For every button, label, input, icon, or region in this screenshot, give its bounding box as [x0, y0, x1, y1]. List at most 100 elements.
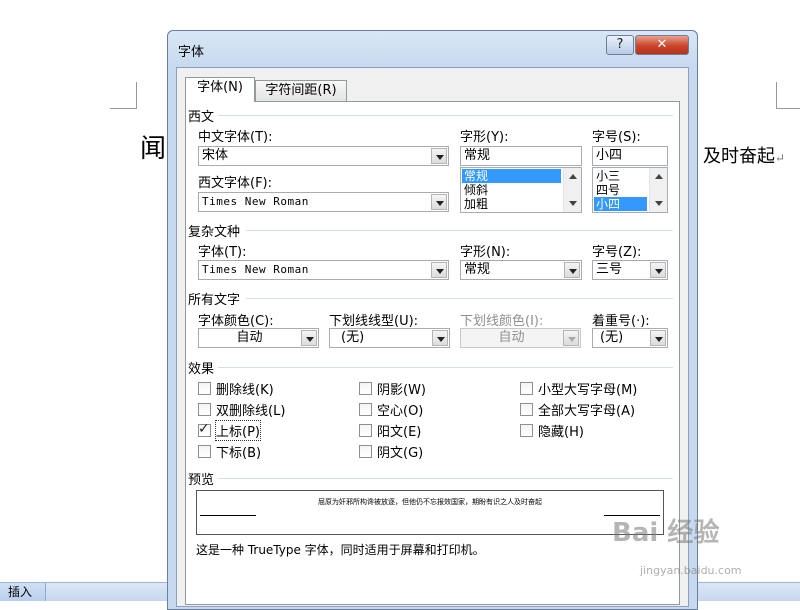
complex-style-select[interactable]: 常规: [460, 260, 582, 280]
size-option[interactable]: 四号: [594, 183, 647, 197]
chinese-font-label: 中文字体(T):: [198, 130, 273, 145]
preview-box: 屈原为奸邪所构谗被放逐，但他仍不忘报效国家，期盼有识之人及时奋起: [196, 490, 664, 535]
outline-label[interactable]: 空心(O): [377, 400, 423, 419]
subscript-label[interactable]: 下标(B): [216, 442, 261, 461]
section-effects: 效果: [188, 362, 215, 377]
subscript-checkbox[interactable]: [198, 445, 211, 458]
chevron-down-icon[interactable]: [431, 262, 447, 278]
chevron-down-icon[interactable]: [650, 262, 666, 278]
divider: [246, 230, 673, 231]
baidu-jingyan-watermark: Bai 经验: [612, 518, 720, 548]
chinese-font-select[interactable]: 宋体: [198, 146, 449, 166]
size-listbox[interactable]: 小三 四号 小四: [592, 167, 668, 213]
style-option[interactable]: 常规: [462, 169, 561, 183]
scroll-down-icon[interactable]: [655, 201, 663, 206]
underline-style-value: (无): [341, 330, 365, 345]
small-caps-checkbox[interactable]: [520, 382, 533, 395]
complex-style-value: 常规: [464, 262, 491, 277]
document-text-left: 闻: [140, 134, 167, 164]
engrave-label[interactable]: 阴文(G): [377, 442, 423, 461]
style-option[interactable]: 倾斜: [462, 183, 561, 197]
double-strikethrough-checkbox[interactable]: [198, 403, 211, 416]
tab-character-spacing[interactable]: 字符间距(R): [255, 80, 347, 102]
shadow-checkbox[interactable]: [359, 382, 372, 395]
close-icon: ✕: [656, 37, 668, 52]
section-western: 西文: [188, 110, 215, 125]
superscript-checkbox[interactable]: [198, 421, 211, 437]
section-preview: 预览: [188, 473, 215, 488]
dialog-titlebar[interactable]: 字体 ? ✕: [168, 31, 697, 67]
watermark-url: jingyan.baidu.com: [640, 564, 742, 577]
emphasis-mark-value: (无): [600, 330, 624, 345]
western-font-label: 西文字体(F):: [198, 176, 273, 191]
section-complex: 复杂文种: [188, 225, 241, 240]
small-caps-label[interactable]: 小型大写字母(M): [538, 379, 637, 398]
outline-checkbox[interactable]: [359, 403, 372, 416]
chinese-font-value: 宋体: [202, 148, 229, 163]
emboss-label[interactable]: 阳文(E): [377, 421, 421, 440]
style-listbox[interactable]: 常规 倾斜 加粗: [460, 167, 582, 213]
style-input[interactable]: 常规: [460, 146, 582, 166]
size-option[interactable]: 小四: [594, 197, 647, 211]
chevron-down-icon: [563, 330, 579, 346]
scroll-up-icon[interactable]: [655, 174, 663, 179]
scroll-down-icon[interactable]: [569, 201, 577, 206]
complex-size-select[interactable]: 三号: [592, 260, 668, 280]
crop-mark-left: [110, 82, 137, 109]
hidden-checkbox[interactable]: [520, 424, 533, 437]
emphasis-mark-label: 着重号(·):: [592, 314, 650, 329]
all-caps-checkbox[interactable]: [520, 403, 533, 416]
document-text-right: 及时奋起↵: [703, 142, 785, 168]
document-text-fragment: 及时奋起: [703, 146, 775, 167]
help-button[interactable]: ?: [606, 35, 634, 55]
emboss-checkbox[interactable]: [359, 424, 372, 437]
chevron-down-icon[interactable]: [432, 330, 448, 346]
shadow-label[interactable]: 阴影(W): [377, 379, 426, 398]
close-button[interactable]: ✕: [635, 35, 689, 55]
dialog-title: 字体: [178, 45, 205, 60]
size-scrollbar[interactable]: [649, 168, 667, 212]
divider: [218, 115, 673, 116]
complex-font-select[interactable]: Times New Roman: [198, 260, 449, 280]
hidden-label[interactable]: 隐藏(H): [538, 421, 584, 440]
size-option[interactable]: 小三: [594, 169, 647, 183]
chevron-down-icon[interactable]: [301, 330, 317, 346]
strikethrough-checkbox[interactable]: [198, 382, 211, 395]
strikethrough-label[interactable]: 删除线(K): [216, 379, 274, 398]
divider: [218, 367, 673, 368]
underline-color-select: 自动: [460, 328, 581, 348]
chevron-down-icon[interactable]: [431, 148, 447, 164]
insert-mode-button[interactable]: 插入: [0, 583, 46, 601]
preview-baseline-left: [200, 515, 256, 516]
tab-font[interactable]: 字体(N): [185, 77, 255, 102]
complex-size-label: 字号(Z):: [592, 245, 642, 260]
divider: [246, 298, 673, 299]
western-font-select[interactable]: Times New Roman: [198, 192, 449, 212]
size-input[interactable]: 小四: [592, 146, 668, 166]
chevron-down-icon[interactable]: [431, 194, 447, 210]
superscript-label[interactable]: 上标(P): [215, 420, 261, 441]
chevron-down-icon[interactable]: [650, 330, 666, 346]
complex-style-label: 字形(N):: [460, 245, 511, 260]
style-label: 字形(Y):: [460, 130, 509, 145]
help-icon: ?: [616, 37, 624, 52]
crop-mark-right: [776, 82, 800, 109]
font-panel: 西文 中文字体(T): 宋体 西文字体(F): Times New Roman …: [185, 101, 680, 605]
style-option[interactable]: 加粗: [462, 197, 561, 211]
all-caps-label[interactable]: 全部大写字母(A): [538, 400, 635, 419]
underline-color-label: 下划线颜色(I):: [460, 314, 544, 329]
double-strikethrough-label[interactable]: 双删除线(L): [216, 400, 285, 419]
font-color-label: 字体颜色(C):: [198, 314, 274, 329]
engrave-checkbox[interactable]: [359, 445, 372, 458]
divider: [218, 478, 673, 479]
chevron-down-icon[interactable]: [564, 262, 580, 278]
western-font-value: Times New Roman: [202, 195, 309, 208]
style-scrollbar[interactable]: [563, 168, 581, 212]
font-color-select[interactable]: 自动: [198, 328, 319, 348]
complex-font-label: 字体(T):: [198, 245, 247, 260]
underline-style-select[interactable]: (无): [329, 328, 450, 348]
underline-style-label: 下划线线型(U):: [329, 314, 419, 329]
scroll-up-icon[interactable]: [569, 174, 577, 179]
font-type-note: 这是一种 TrueType 字体，同时适用于屏幕和打印机。: [196, 543, 485, 557]
emphasis-mark-select[interactable]: (无): [592, 328, 668, 348]
